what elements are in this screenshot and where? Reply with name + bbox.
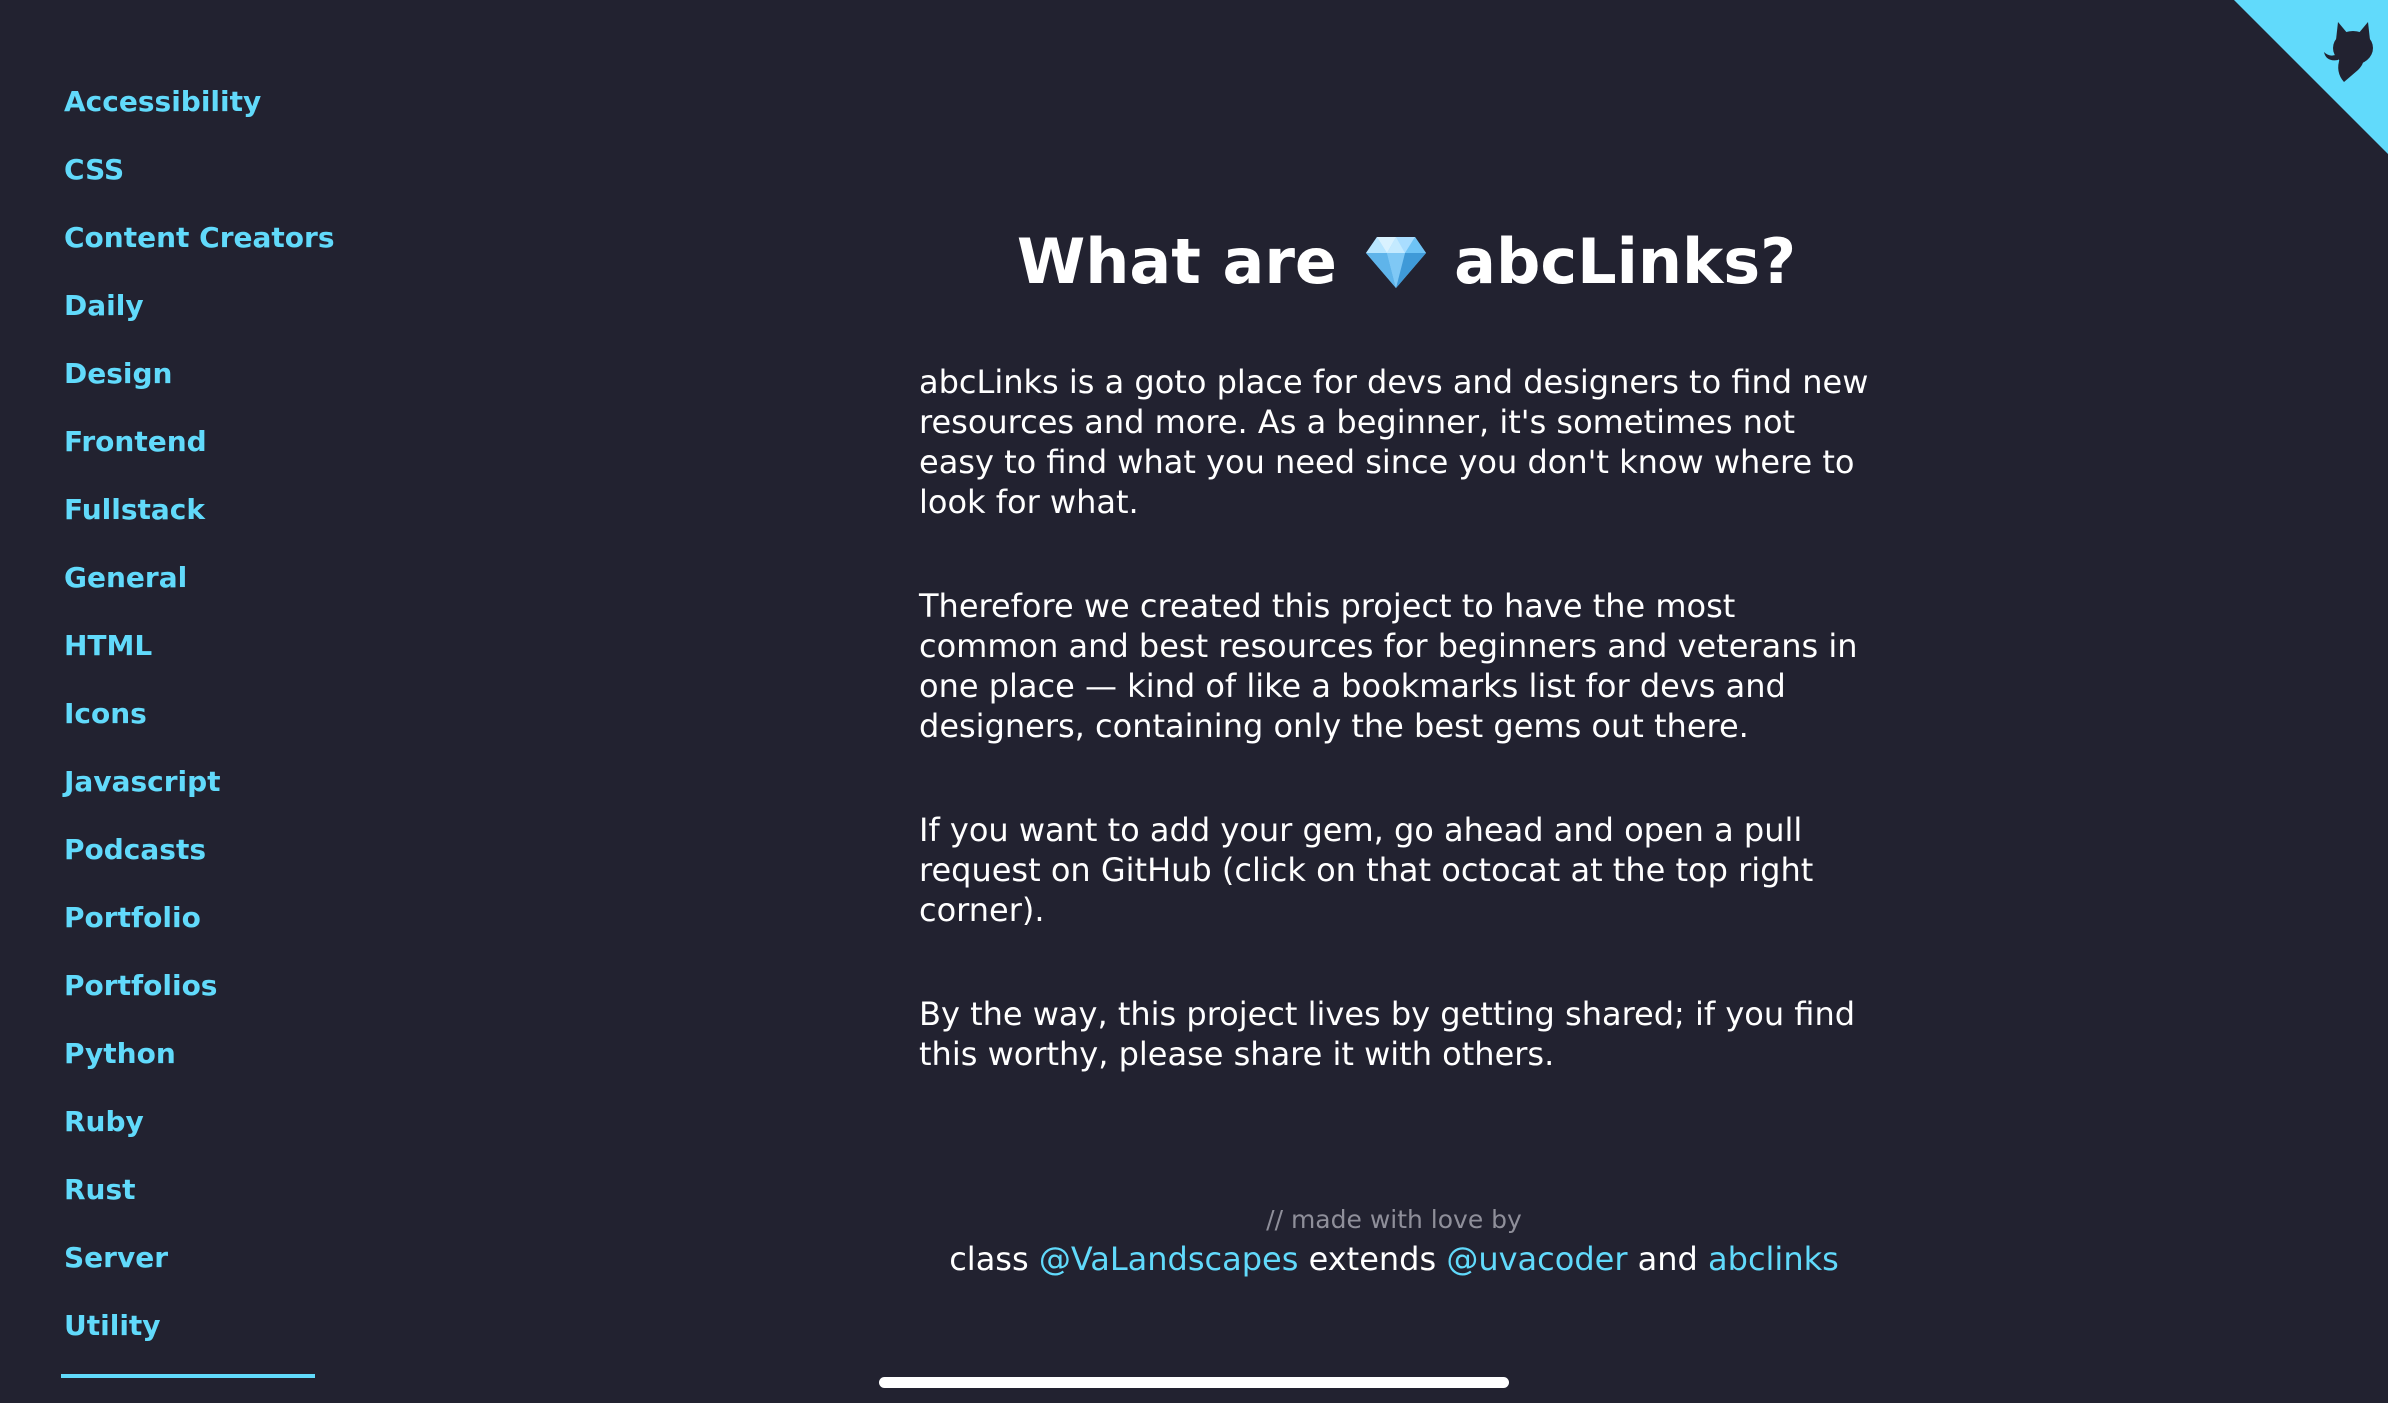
sidebar-list: Accessibility CSS Content Creators Daily… — [64, 78, 335, 1370]
sidebar-item-daily[interactable]: Daily — [64, 282, 324, 350]
octocat-icon — [2234, 0, 2388, 154]
footer-extends-keyword: extends — [1308, 1240, 1437, 1278]
page-title: What are abcLinks? — [934, 200, 1879, 330]
sidebar-item-podcasts[interactable]: Podcasts — [64, 826, 324, 894]
main-content: What are abcLinks? abcLinks is a goto pl… — [919, 200, 1879, 1073]
footer-class-keyword: class — [949, 1240, 1029, 1278]
intro-paragraph: abcLinks is a goto place for devs and de… — [919, 363, 1869, 521]
sidebar-item-portfolio[interactable]: Portfolio — [64, 894, 324, 962]
author-link-uvacoder[interactable]: @uvacoder — [1446, 1240, 1627, 1278]
author-link-abclinks[interactable]: abclinks — [1708, 1240, 1839, 1278]
share-paragraph: By the way, this project lives by gettin… — [919, 995, 1856, 1073]
sidebar-item-javascript[interactable]: Javascript — [64, 758, 324, 826]
sidebar-item-python[interactable]: Python — [64, 1030, 324, 1098]
sidebar-item-icons[interactable]: Icons — [64, 690, 324, 758]
sidebar-nav: Accessibility CSS Content Creators Daily… — [64, 78, 335, 1370]
contribute-paragraph: If you want to add your gem, go ahead an… — [919, 811, 1814, 929]
footer-and-keyword: and — [1637, 1240, 1698, 1278]
footer-credits: class @VaLandscapes extends @uvacoder an… — [794, 1240, 1994, 1278]
page: Accessibility CSS Content Creators Daily… — [0, 0, 2388, 1403]
sidebar-scroll-indicator — [61, 1374, 315, 1378]
sidebar-item-portfolios[interactable]: Portfolios — [64, 962, 324, 1030]
purpose-paragraph: Therefore we created this project to hav… — [919, 587, 1858, 745]
github-corner-link[interactable] — [2234, 0, 2388, 154]
title-text-after: abcLinks? — [1454, 225, 1797, 298]
sidebar-item-ruby[interactable]: Ruby — [64, 1098, 324, 1166]
sidebar-item-design[interactable]: Design — [64, 350, 324, 418]
sidebar-item-accessibility[interactable]: Accessibility — [64, 78, 324, 146]
gem-icon — [1365, 206, 1427, 330]
sidebar-item-utility[interactable]: Utility — [64, 1302, 324, 1370]
title-text-before: What are — [1016, 225, 1337, 298]
sidebar-item-html[interactable]: HTML — [64, 622, 324, 690]
sidebar-item-server[interactable]: Server — [64, 1234, 324, 1302]
sidebar-item-fullstack[interactable]: Fullstack — [64, 486, 324, 554]
author-link-valandscapes[interactable]: @VaLandscapes — [1039, 1240, 1299, 1278]
sidebar-item-frontend[interactable]: Frontend — [64, 418, 324, 486]
footer-comment: // made with love by — [1266, 1205, 1522, 1234]
sidebar-item-rust[interactable]: Rust — [64, 1166, 324, 1234]
sidebar-item-content-creators[interactable]: Content Creators — [64, 214, 335, 282]
home-indicator[interactable] — [879, 1377, 1509, 1388]
sidebar-item-general[interactable]: General — [64, 554, 324, 622]
footer: // made with love by class @VaLandscapes… — [794, 1200, 1994, 1278]
sidebar-item-css[interactable]: CSS — [64, 146, 324, 214]
